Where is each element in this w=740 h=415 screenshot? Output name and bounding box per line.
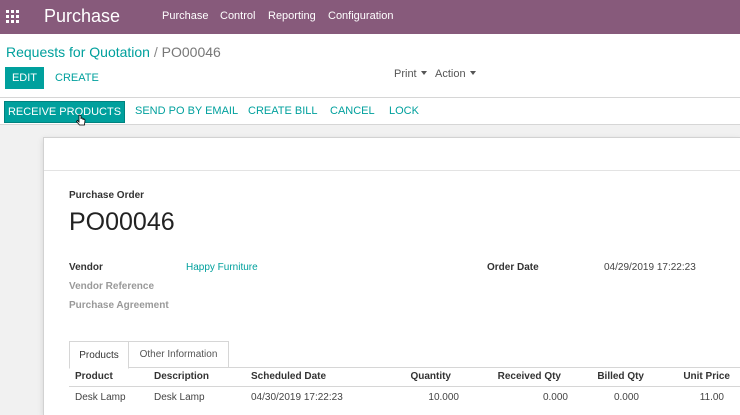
order-date-value: 04/29/2019 17:22:23	[604, 262, 696, 273]
column-header-unit-price[interactable]: Unit Price	[650, 371, 730, 382]
lock-button[interactable]: LOCK	[389, 105, 419, 117]
cell-received-qty: 0.000	[542, 392, 568, 403]
cell-quantity: 10.000	[428, 392, 459, 403]
vendor-reference-label: Vendor Reference	[69, 281, 155, 292]
vendor-value[interactable]: Happy Furniture	[186, 262, 258, 273]
cell-scheduled-date: 04/30/2019 17:22:23	[251, 392, 343, 403]
edit-button[interactable]: EDIT	[5, 67, 44, 89]
print-label: Print	[394, 68, 417, 80]
caret-down-icon	[420, 71, 427, 75]
column-header-quantity[interactable]: Quantity	[371, 371, 451, 382]
tab-products[interactable]: Products	[69, 341, 129, 369]
top-navbar: Purchase Purchase Control Reporting Conf…	[0, 0, 740, 34]
cell-unit-price: 11.00	[699, 392, 724, 403]
vendor-label: Vendor	[69, 262, 103, 273]
column-header-product[interactable]: Product	[75, 371, 113, 382]
notebook-tabs: Products Other Information	[69, 341, 740, 369]
action-dropdown[interactable]: Action	[435, 68, 476, 80]
sheet-header	[44, 138, 740, 171]
tab-other-information[interactable]: Other Information	[129, 341, 229, 368]
menu-purchase[interactable]: Purchase	[162, 10, 208, 22]
receive-products-button[interactable]: RECEIVE PRODUCTS	[4, 101, 125, 123]
cancel-button[interactable]: CANCEL	[330, 105, 375, 117]
column-header-description[interactable]: Description	[154, 371, 209, 382]
app-grid-icon[interactable]	[6, 10, 19, 23]
breadcrumb-current: PO00046	[161, 44, 221, 60]
cell-description: Desk Lamp	[154, 392, 205, 403]
purchase-agreement-label: Purchase Agreement	[69, 300, 169, 311]
po-number: PO00046	[69, 208, 175, 236]
send-po-by-email-button[interactable]: SEND PO BY EMAIL	[135, 105, 238, 117]
breadcrumb-parent[interactable]: Requests for Quotation	[6, 44, 150, 60]
form-sheet: Purchase Order PO00046 Vendor Happy Furn…	[43, 137, 740, 415]
column-header-scheduled-date[interactable]: Scheduled Date	[251, 371, 326, 382]
breadcrumb: Requests for Quotation / PO00046	[6, 44, 221, 60]
table-header-divider	[69, 386, 740, 387]
create-button[interactable]: CREATE	[55, 72, 99, 84]
create-bill-button[interactable]: CREATE BILL	[248, 105, 318, 117]
mouse-cursor-icon	[76, 114, 86, 126]
caret-down-icon	[469, 71, 476, 75]
menu-control[interactable]: Control	[220, 10, 255, 22]
breadcrumb-separator: /	[153, 44, 158, 60]
cell-product: Desk Lamp	[75, 392, 126, 403]
action-label: Action	[435, 68, 466, 80]
column-header-billed-qty[interactable]: Billed Qty	[564, 371, 644, 382]
menu-configuration[interactable]: Configuration	[328, 10, 393, 22]
print-dropdown[interactable]: Print	[394, 68, 427, 80]
document-type-label: Purchase Order	[69, 190, 145, 201]
cell-billed-qty: 0.000	[613, 392, 639, 403]
app-name: Purchase	[44, 6, 121, 26]
form-statusbar: RECEIVE PRODUCTS SEND PO BY EMAIL CREATE…	[0, 97, 740, 125]
menu-reporting[interactable]: Reporting	[268, 10, 316, 22]
column-header-received-qty[interactable]: Received Qty	[481, 371, 561, 382]
order-date-label: Order Date	[487, 262, 539, 273]
